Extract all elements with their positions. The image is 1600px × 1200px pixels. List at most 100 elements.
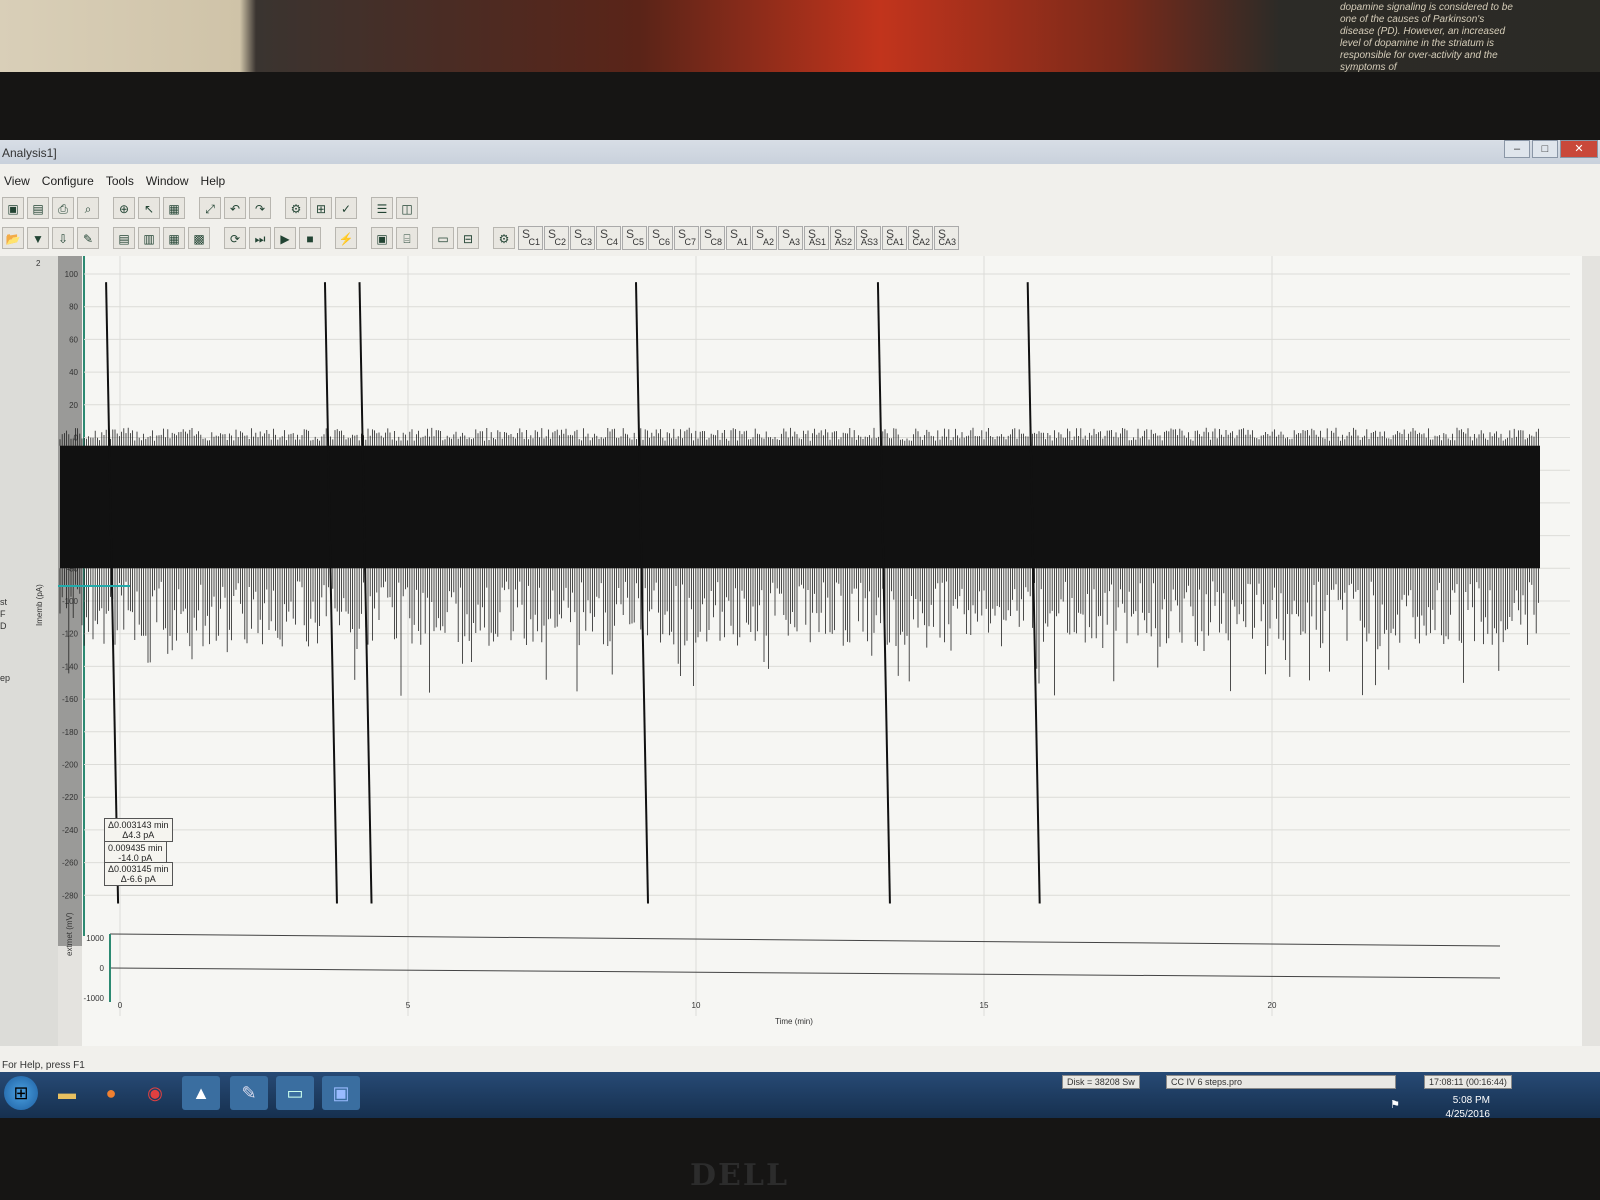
play-icon[interactable]: ▶ xyxy=(274,227,296,249)
grid-icon[interactable]: ▩ xyxy=(188,227,210,249)
top-axis-label: Imemb (pA) xyxy=(35,584,44,626)
y-tick-label: -200 xyxy=(62,761,79,770)
channel-button-c1[interactable]: C1 xyxy=(518,219,543,250)
print-preview-icon[interactable]: ⌕ xyxy=(77,197,99,219)
window-icon[interactable]: ▭ xyxy=(276,1076,314,1110)
cursor-annotation-1: Δ0.003143 min Δ4.3 pA xyxy=(104,818,173,842)
save-data-icon[interactable]: ▼ xyxy=(27,227,49,249)
title-bar: Analysis1] – □ ✕ xyxy=(0,140,1600,164)
extmet-tick-label: 0 xyxy=(100,964,105,973)
menu-bar: View Configure Tools Window Help xyxy=(0,170,1600,192)
zoom-icon[interactable]: ⊕ xyxy=(113,197,135,219)
window-title: Analysis1] xyxy=(2,146,57,160)
menu-view[interactable]: View xyxy=(4,174,30,188)
menu-configure[interactable]: Configure xyxy=(42,174,94,188)
maximize-button[interactable]: □ xyxy=(1532,140,1558,158)
y-tick-label: -180 xyxy=(62,728,79,737)
seal-test-icon[interactable]: ⚡ xyxy=(335,227,357,249)
folder-icon[interactable]: ▬ xyxy=(48,1076,86,1110)
channel-button-c7[interactable]: C7 xyxy=(674,219,699,250)
x-tick-label: 10 xyxy=(692,1001,701,1010)
background-wall: dopamine signaling is considered to be o… xyxy=(0,0,1600,80)
start-orb-icon[interactable]: ⊞ xyxy=(4,1076,38,1110)
refresh-icon[interactable]: ⟳ xyxy=(224,227,246,249)
cursor-icon[interactable]: ↖ xyxy=(138,197,160,219)
y-tick-label: 100 xyxy=(65,270,79,279)
elapsed-status: 17:08:11 (00:16:44) xyxy=(1424,1075,1512,1089)
settings-icon[interactable]: ⚙ xyxy=(285,197,307,219)
y-tick-label: -120 xyxy=(62,630,79,639)
top-marker: 2 xyxy=(36,259,41,268)
scope-icon[interactable]: ⌸ xyxy=(396,227,418,249)
config-icon[interactable]: ⚙ xyxy=(493,227,515,249)
y-tick-label: -140 xyxy=(62,662,79,671)
trace-chart[interactable]: 100806040200-20-40-60-80-100-120-140-160… xyxy=(0,256,1600,1046)
bottom-axis-label: extmet (mV) xyxy=(65,912,74,956)
channel-button-ca2[interactable]: CA2 xyxy=(908,219,933,250)
clampex-icon[interactable]: ▲ xyxy=(182,1076,220,1110)
channel-button-a1[interactable]: A1 xyxy=(726,219,751,250)
noise-band xyxy=(60,445,1540,569)
firefox-icon[interactable]: ● xyxy=(92,1076,130,1110)
clampfit-icon[interactable]: ✎ xyxy=(230,1076,268,1110)
channel-button-a3[interactable]: A3 xyxy=(778,219,803,250)
channel-button-c2[interactable]: C2 xyxy=(544,219,569,250)
minimize-button[interactable]: – xyxy=(1504,140,1530,158)
y-tick-label: 80 xyxy=(69,303,78,312)
save-icon[interactable]: ▣ xyxy=(2,197,24,219)
lab-bench-icon[interactable]: ▣ xyxy=(371,227,393,249)
region-icon[interactable]: ▦ xyxy=(163,197,185,219)
channel-button-ca1[interactable]: CA1 xyxy=(882,219,907,250)
edit-icon[interactable]: ✎ xyxy=(77,227,99,249)
split-vertical-icon[interactable]: ◫ xyxy=(396,197,418,219)
channel-button-c5[interactable]: C5 xyxy=(622,219,647,250)
open-icon[interactable]: 📂 xyxy=(2,227,24,249)
help-text: For Help, press F1 xyxy=(2,1060,85,1071)
screen: Analysis1] – □ ✕ View Configure Tools Wi… xyxy=(0,140,1600,1118)
stop-icon[interactable]: ■ xyxy=(299,227,321,249)
channel-button-a2[interactable]: A2 xyxy=(752,219,777,250)
window-add-icon[interactable]: ⊞ xyxy=(310,197,332,219)
copy-icon[interactable]: ▤ xyxy=(27,197,49,219)
x-tick-label: 0 xyxy=(118,1001,123,1010)
channel-button-c3[interactable]: C3 xyxy=(570,219,595,250)
grid xyxy=(82,256,1582,1046)
close-button[interactable]: ✕ xyxy=(1560,140,1598,158)
redo-icon[interactable]: ↷ xyxy=(249,197,271,219)
tray-flag-icon[interactable]: ⚑ xyxy=(1390,1098,1400,1111)
poster-text: dopamine signaling is considered to be o… xyxy=(1340,2,1513,73)
step-icon[interactable]: ⏭ xyxy=(249,227,271,249)
menu-window[interactable]: Window xyxy=(146,174,189,188)
system-clock: 5:08 PM 4/25/2016 xyxy=(1446,1094,1491,1118)
protocol-status: CC IV 6 steps.pro xyxy=(1166,1075,1396,1089)
table-icon[interactable]: ▦ xyxy=(163,227,185,249)
app-icon[interactable]: ▣ xyxy=(322,1076,360,1110)
menu-tools[interactable]: Tools xyxy=(106,174,134,188)
channel-button-c8[interactable]: C8 xyxy=(700,219,725,250)
fit-icon[interactable]: ⤢ xyxy=(199,197,221,219)
clock-time: 5:08 PM xyxy=(1452,1095,1490,1106)
print-icon[interactable]: ⎙ xyxy=(52,197,74,219)
extmet-tick-label: 1000 xyxy=(86,934,104,943)
x-tick-label: 5 xyxy=(406,1001,411,1010)
membrane-icon[interactable]: ⊟ xyxy=(457,227,479,249)
channel-button-as2[interactable]: AS2 xyxy=(830,219,855,250)
menu-help[interactable]: Help xyxy=(201,174,226,188)
x-tick-label: 15 xyxy=(980,1001,989,1010)
disk-status: Disk = 38208 Sw xyxy=(1062,1075,1140,1089)
channel-button-c6[interactable]: C6 xyxy=(648,219,673,250)
export-icon[interactable]: ⇩ xyxy=(52,227,74,249)
channel-button-ca3[interactable]: CA3 xyxy=(934,219,959,250)
undo-icon[interactable]: ↶ xyxy=(224,197,246,219)
channel-button-as1[interactable]: AS1 xyxy=(804,219,829,250)
protocol-save-icon[interactable]: ▥ xyxy=(138,227,160,249)
protocol-icon[interactable]: ▤ xyxy=(113,227,135,249)
check-icon[interactable]: ✓ xyxy=(335,197,357,219)
y-tick-label: -260 xyxy=(62,859,79,868)
x-tick-label: 20 xyxy=(1268,1001,1277,1010)
amplifier-icon[interactable]: ▭ xyxy=(432,227,454,249)
chrome-icon[interactable]: ◉ xyxy=(136,1076,174,1110)
channel-button-c4[interactable]: C4 xyxy=(596,219,621,250)
channel-button-as3[interactable]: AS3 xyxy=(856,219,881,250)
split-horizontal-icon[interactable]: ☰ xyxy=(371,197,393,219)
